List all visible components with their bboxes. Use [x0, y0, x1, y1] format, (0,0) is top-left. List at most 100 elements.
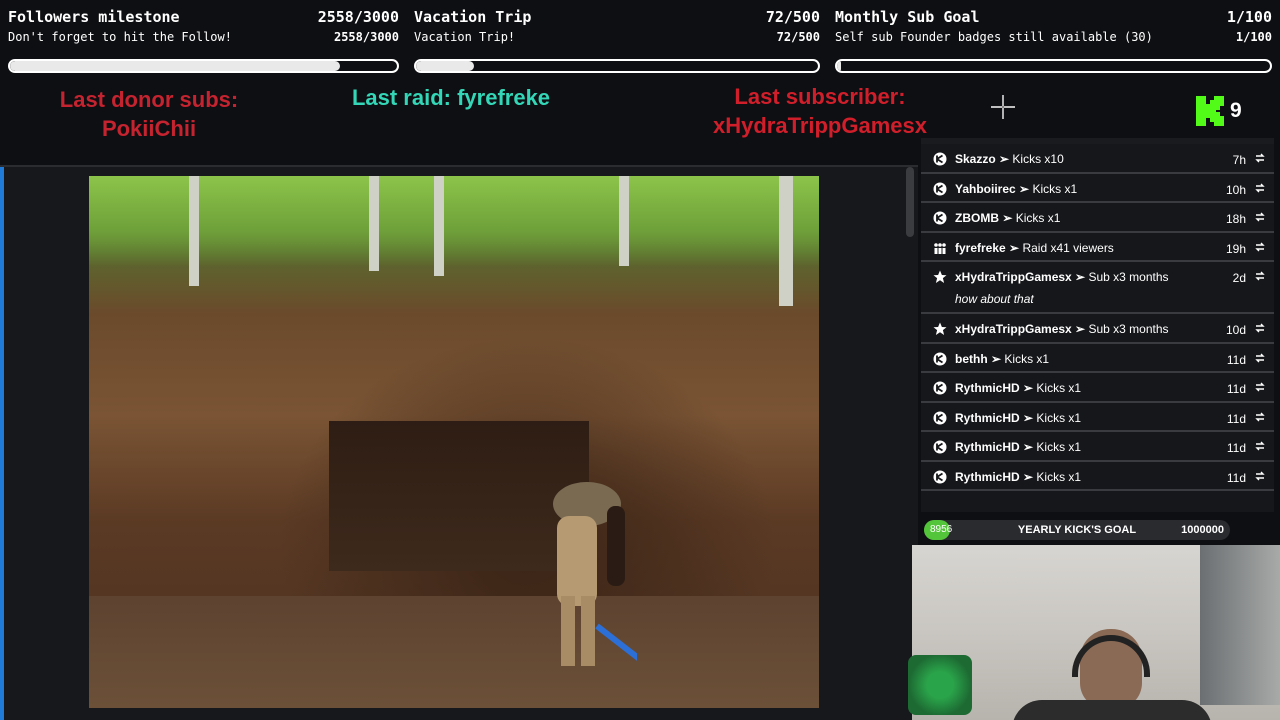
star-icon	[933, 270, 947, 283]
goal-progress-bar	[8, 59, 399, 73]
replay-icon[interactable]	[1254, 322, 1266, 334]
event-text: Skazzo ➢ Kicks x10	[955, 152, 1064, 166]
last-donor-label: Last donor subs:	[59, 87, 239, 112]
event-list: Skazzo ➢ Kicks x10 7h Yahboiirec ➢ Kicks…	[921, 144, 1274, 512]
tree-trunk	[369, 176, 379, 271]
stream-video[interactable]	[89, 176, 819, 708]
event-row: bethh ➢ Kicks x1 11d	[921, 344, 1274, 373]
tree-trunk	[434, 176, 444, 276]
goal-title: Followers milestone	[8, 8, 180, 26]
replay-icon[interactable]	[1254, 411, 1266, 423]
goal-count: 1/100	[1226, 8, 1272, 26]
kick-icon	[933, 152, 947, 166]
vacation-goal: Vacation Trip 72/500 Vacation Trip! 72/5…	[414, 0, 820, 80]
kick-viewer-count: 9	[1230, 99, 1242, 122]
event-time: 2d	[1232, 271, 1246, 285]
last-donor-subs: Last donor subs: PokiiChii	[30, 85, 268, 143]
replay-icon[interactable]	[1254, 352, 1266, 364]
event-row: RythmicHD ➢ Kicks x1 11d	[921, 403, 1274, 432]
event-time: 11d	[1226, 441, 1246, 455]
streamer-body	[1012, 700, 1212, 720]
event-row: xHydraTrippGamesx ➢ Sub x3 months how ab…	[921, 262, 1274, 314]
kick-icon	[933, 411, 947, 424]
yearly-max: 1000000	[1181, 524, 1224, 536]
crosshair-cursor-icon	[991, 95, 1015, 119]
event-time: 11d	[1226, 470, 1246, 485]
event-text: Yahboiirec ➢ Kicks x1	[955, 181, 1078, 196]
event-time: 18h	[1225, 212, 1246, 226]
event-text: fyrefreke ➢ Raid x41 viewers	[955, 240, 1114, 255]
event-text: RythmicHD ➢ Kicks x1	[955, 469, 1082, 484]
event-row: Skazzo ➢ Kicks x10 7h	[921, 144, 1274, 174]
room-window	[1200, 545, 1280, 705]
digging-person	[553, 482, 637, 666]
event-text: RythmicHD ➢ Kicks x1	[955, 381, 1082, 395]
event-text: RythmicHD ➢ Kicks x1	[955, 440, 1082, 454]
divider	[0, 165, 918, 167]
goal-progress-bar	[414, 59, 820, 73]
plant-pot	[908, 655, 972, 715]
goal-count: 72/500	[765, 8, 820, 26]
event-time: 10h	[1225, 182, 1246, 197]
event-row: RythmicHD ➢ Kicks x1 11d	[921, 432, 1274, 462]
replay-icon[interactable]	[1254, 381, 1266, 393]
event-row: RythmicHD ➢ Kicks x1 11d	[921, 462, 1274, 491]
kick-icon	[933, 381, 947, 395]
event-row: xHydraTrippGamesx ➢ Sub x3 months 10d	[921, 314, 1274, 344]
star-icon	[933, 322, 947, 335]
event-row: fyrefreke ➢ Raid x41 viewers 19h	[921, 233, 1274, 262]
last-raid: Last raid: fyrefreke	[351, 85, 551, 110]
goal-subtitle: Vacation Trip!	[414, 30, 516, 44]
replay-icon[interactable]	[1254, 182, 1266, 194]
replay-icon[interactable]	[1254, 270, 1266, 282]
tree-trunk	[619, 176, 629, 266]
headset	[1072, 635, 1150, 677]
goal-subcount: 72/500	[776, 30, 820, 44]
event-message: how about that	[955, 292, 1034, 306]
replay-icon[interactable]	[1254, 470, 1266, 482]
goal-title: Monthly Sub Goal	[835, 8, 980, 26]
goal-subcount: 1/100	[1235, 30, 1272, 44]
event-row: Yahboiirec ➢ Kicks x1 10h	[921, 174, 1274, 203]
kick-icon	[933, 440, 947, 454]
goal-progress-fill	[837, 61, 842, 71]
followers-goal: Followers milestone 2558/3000 Don't forg…	[8, 0, 399, 80]
kick-icon	[933, 182, 947, 195]
replay-icon[interactable]	[1254, 152, 1266, 164]
tree-trunk	[779, 176, 793, 306]
event-time: 11d	[1226, 382, 1246, 396]
kick-icon	[933, 470, 947, 483]
goal-subtitle: Self sub Founder badges still available …	[835, 30, 1153, 44]
event-time: 10d	[1225, 323, 1246, 337]
raid-icon	[934, 242, 946, 254]
replay-icon[interactable]	[1254, 440, 1266, 452]
event-text: xHydraTrippGamesx ➢ Sub x3 months	[955, 270, 1169, 284]
last-subscriber-name: xHydraTrippGamesx	[713, 113, 927, 138]
event-row: RythmicHD ➢ Kicks x1 11d	[921, 373, 1274, 403]
goal-subcount: 2558/3000	[333, 30, 399, 44]
replay-icon[interactable]	[1254, 241, 1266, 253]
event-time: 19h	[1225, 241, 1246, 256]
last-donor-name: PokiiChii	[101, 116, 197, 141]
ground-floor	[89, 596, 819, 708]
goal-title: Vacation Trip	[414, 8, 532, 26]
goal-progress-bar	[835, 59, 1272, 73]
yearly-kicks-goal-bar: 8956 YEARLY KICK'S GOAL 1000000	[924, 520, 1230, 540]
goal-progress-fill	[416, 61, 474, 71]
goal-progress-fill	[10, 61, 341, 71]
kick-icon	[933, 352, 947, 365]
replay-icon[interactable]	[1254, 211, 1266, 223]
goal-subtitle: Don't forget to hit the Follow!	[8, 30, 232, 44]
monthly-sub-goal: Monthly Sub Goal 1/100 Self sub Founder …	[835, 0, 1272, 80]
scrollbar[interactable]	[906, 167, 914, 237]
kick-logo-icon	[1196, 96, 1224, 126]
event-text: RythmicHD ➢ Kicks x1	[955, 410, 1082, 425]
event-time: 11d	[1226, 411, 1246, 426]
event-time: 11d	[1226, 352, 1246, 367]
event-text: xHydraTrippGamesx ➢ Sub x3 months	[955, 322, 1169, 336]
event-text: ZBOMB ➢ Kicks x1	[955, 211, 1061, 225]
event-row: ZBOMB ➢ Kicks x1 18h	[921, 203, 1274, 233]
last-subscriber: Last subscriber: xHydraTrippGamesx	[670, 82, 970, 140]
tree-trunk	[189, 176, 199, 286]
last-subscriber-label: Last subscriber:	[734, 84, 906, 109]
